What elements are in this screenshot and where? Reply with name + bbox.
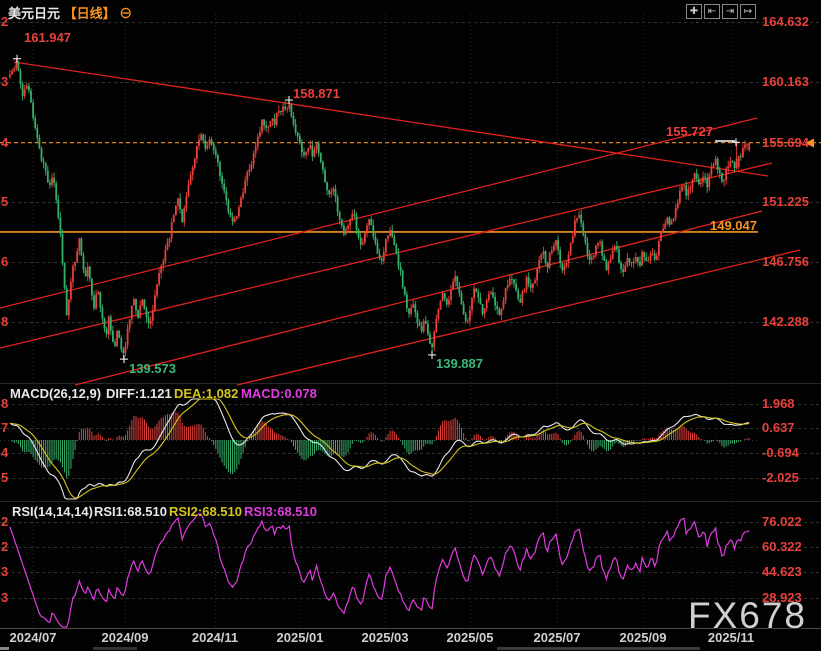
scrollbar-thumb[interactable]: [497, 647, 700, 650]
trend-line[interactable]: [237, 250, 800, 385]
macd-diff-value: DIFF:1.121: [106, 386, 172, 401]
trend-line[interactable]: [14, 62, 768, 176]
macd-dea-line: [10, 399, 749, 498]
scrollbar-left-cap[interactable]: [0, 647, 9, 650]
compress-scale-left-button[interactable]: ⇤: [704, 4, 720, 19]
symbol-name: 美元日元: [8, 6, 60, 21]
period-label: 【日线】: [64, 6, 116, 21]
chart-canvas[interactable]: [0, 0, 821, 651]
watermark: FX678: [688, 595, 807, 637]
rsi2-value: RSI2:68.510: [169, 504, 242, 519]
compress-scale-right-button[interactable]: ⇥: [722, 4, 738, 19]
grid: [0, 14, 821, 629]
fit-chart-button[interactable]: ✚: [686, 4, 702, 19]
macd-histogram: [12, 412, 750, 478]
rsi-title: RSI(14,14,14): [12, 504, 93, 519]
rsi-line: [10, 514, 749, 627]
macd-dea-value: DEA:1.082: [174, 386, 238, 401]
chart-title: 美元日元 【日线】 ⊖: [8, 3, 132, 22]
trend-line[interactable]: [0, 118, 757, 308]
rsi3-value: RSI3:68.510: [244, 504, 317, 519]
collapse-icon[interactable]: ⊖: [119, 6, 132, 21]
macd-value: MACD:0.078: [241, 386, 317, 401]
macd-title: MACD(26,12,9): [10, 386, 101, 401]
price-pointer-icon: [805, 139, 814, 148]
scrollbar-segment[interactable]: [93, 647, 137, 650]
trend-line[interactable]: [75, 211, 762, 385]
chart-window: FX678 149.047161.947158.871139.573139.88…: [0, 0, 821, 651]
rsi1-value: RSI1:68.510: [94, 504, 167, 519]
swing-markers: [13, 55, 740, 363]
candlestick-series: [9, 59, 750, 359]
shift-chart-right-button[interactable]: ↦: [740, 4, 756, 19]
